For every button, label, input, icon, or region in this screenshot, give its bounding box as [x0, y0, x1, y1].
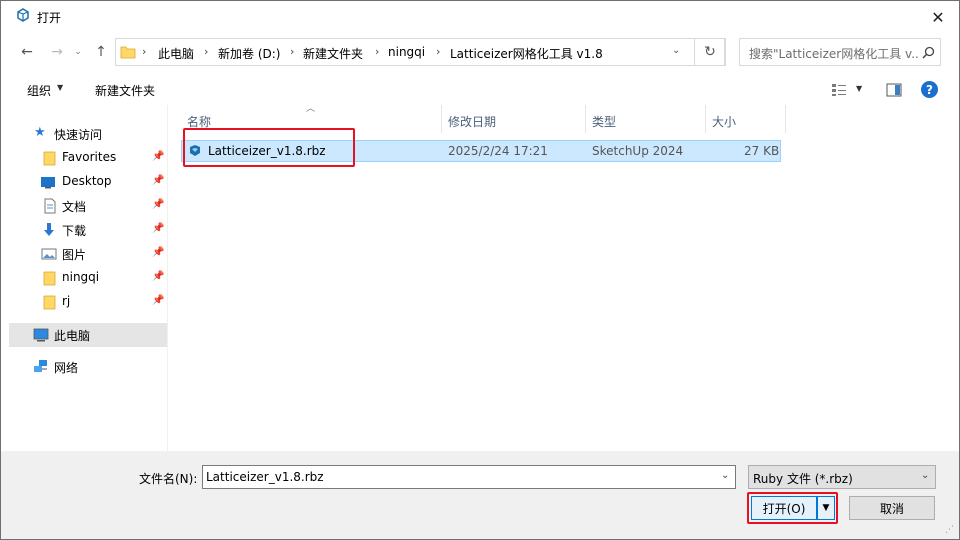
- sort-ascending-icon: ︿: [306, 104, 316, 114]
- back-button[interactable]: ←: [16, 41, 38, 63]
- file-size: 27 KB: [744, 144, 780, 158]
- desktop-icon: [41, 177, 55, 189]
- filename-input[interactable]: Latticeizer_v1.8.rbz ⌄: [202, 465, 736, 489]
- pin-icon[interactable]: 📌: [152, 247, 164, 258]
- refresh-icon: ↻: [704, 44, 716, 60]
- pin-icon[interactable]: 📌: [152, 295, 164, 306]
- close-button[interactable]: ✕: [919, 3, 957, 31]
- breadcrumb-new-folder[interactable]: 新建文件夹: [303, 45, 363, 62]
- view-dropdown-icon[interactable]: ▼: [856, 84, 862, 93]
- filetype-dropdown-icon: ⌄: [921, 470, 930, 481]
- arrow-up-icon: ↑: [95, 44, 107, 60]
- up-button[interactable]: ↑: [90, 41, 112, 63]
- open-file-dialog: 打开 ✕ ← → ⌄ ↑ › 此电脑 › 新加卷 (D:) › 新建文件夹 › …: [0, 0, 960, 540]
- organize-menu[interactable]: 组织: [27, 82, 51, 99]
- sidebar-item-network[interactable]: 网络: [9, 355, 167, 379]
- file-date: 2025/2/24 17:21: [448, 144, 548, 158]
- sidebar-item-pictures[interactable]: 图片 📌: [9, 242, 167, 266]
- title-bar: 打开 ✕: [1, 1, 959, 33]
- forward-button[interactable]: →: [46, 41, 68, 63]
- search-placeholder: 搜索"Latticeizer网格化工具 v...: [749, 47, 919, 61]
- sidebar-item-ningqi[interactable]: ningqi 📌: [9, 266, 167, 290]
- help-icon[interactable]: ?: [921, 81, 938, 98]
- column-divider[interactable]: [441, 105, 442, 133]
- view-options-icon[interactable]: [831, 83, 847, 97]
- folder-icon: [43, 295, 56, 310]
- sidebar-item-quick-access[interactable]: ★ 快速访问: [9, 122, 167, 146]
- close-icon: ✕: [931, 7, 945, 27]
- highlight-annotation: [747, 492, 838, 524]
- organize-dropdown-icon: ▼: [57, 83, 64, 92]
- sidebar-item-this-pc[interactable]: 此电脑: [9, 323, 167, 347]
- breadcrumb-this-pc[interactable]: 此电脑: [158, 45, 194, 62]
- column-divider[interactable]: [705, 105, 706, 133]
- filetype-value: Ruby 文件 (*.rbz): [753, 472, 853, 486]
- column-header-type[interactable]: 类型: [592, 113, 616, 141]
- download-icon: [44, 223, 54, 236]
- window-title: 打开: [37, 11, 62, 25]
- star-icon: ★: [34, 125, 46, 140]
- pin-icon[interactable]: 📌: [152, 271, 164, 282]
- network-icon: [34, 360, 47, 372]
- file-type: SketchUp 2024: [592, 144, 684, 158]
- search-icon: [922, 46, 935, 59]
- address-bar[interactable]: › 此电脑 › 新加卷 (D:) › 新建文件夹 › ningqi › Latt…: [115, 38, 725, 66]
- pin-icon[interactable]: 📌: [152, 175, 164, 186]
- recent-locations-button[interactable]: ⌄: [70, 41, 86, 63]
- refresh-button[interactable]: ↻: [694, 38, 726, 66]
- folder-icon: [120, 46, 136, 59]
- breadcrumb-separator-icon: ›: [375, 45, 380, 58]
- filename-value: Latticeizer_v1.8.rbz: [206, 470, 324, 484]
- pin-icon[interactable]: 📌: [152, 151, 164, 162]
- filename-dropdown-icon[interactable]: ⌄: [721, 470, 729, 481]
- search-input[interactable]: 搜索"Latticeizer网格化工具 v...: [739, 38, 941, 66]
- document-icon: [44, 198, 56, 214]
- breadcrumb-separator-icon: ›: [436, 45, 441, 58]
- sidebar-item-rj[interactable]: rj 📌: [9, 290, 167, 314]
- highlight-annotation: [183, 128, 355, 167]
- breadcrumb-ningqi[interactable]: ningqi: [388, 45, 425, 59]
- sidebar-item-favorites[interactable]: Favorites 📌: [9, 146, 167, 170]
- cancel-button-label: 取消: [879, 501, 904, 516]
- column-header-size[interactable]: 大小: [712, 113, 736, 141]
- sketchup-app-icon: [17, 8, 29, 22]
- navigation-pane: ★ 快速访问 Favorites 📌 Desktop 📌 文档 📌 下载 📌 图…: [9, 105, 167, 451]
- arrow-right-icon: →: [51, 44, 63, 60]
- folder-icon: [43, 271, 56, 286]
- arrow-left-icon: ←: [21, 44, 33, 60]
- column-divider[interactable]: [785, 105, 786, 133]
- breadcrumb-drive-d[interactable]: 新加卷 (D:): [218, 45, 280, 62]
- pin-icon[interactable]: 📌: [152, 199, 164, 210]
- sidebar-item-documents[interactable]: 文档 📌: [9, 194, 167, 218]
- breadcrumb-separator-icon: ›: [142, 45, 147, 58]
- breadcrumb-separator-icon: ›: [290, 45, 295, 58]
- resize-grip-icon[interactable]: ⋰: [945, 525, 954, 535]
- cancel-button[interactable]: 取消: [849, 496, 935, 520]
- address-dropdown-icon[interactable]: ⌄: [672, 45, 680, 56]
- preview-pane-icon[interactable]: [886, 83, 902, 97]
- chevron-down-icon: ⌄: [74, 47, 82, 57]
- new-folder-button[interactable]: 新建文件夹: [95, 82, 155, 99]
- computer-icon: [33, 328, 49, 342]
- folder-icon: [43, 151, 56, 166]
- sidebar-item-desktop[interactable]: Desktop 📌: [9, 170, 167, 194]
- picture-icon: [41, 248, 57, 260]
- column-divider[interactable]: [585, 105, 586, 133]
- breadcrumb-latticeizer[interactable]: Latticeizer网格化工具 v1.8: [450, 45, 603, 62]
- filename-label: 文件名(N):: [139, 472, 198, 486]
- sidebar-item-downloads[interactable]: 下载 📌: [9, 218, 167, 242]
- column-header-date[interactable]: 修改日期: [448, 113, 496, 141]
- filetype-select[interactable]: Ruby 文件 (*.rbz) ⌄: [748, 465, 936, 489]
- pin-icon[interactable]: 📌: [152, 223, 164, 234]
- pane-splitter[interactable]: [167, 105, 168, 451]
- breadcrumb-separator-icon: ›: [204, 45, 209, 58]
